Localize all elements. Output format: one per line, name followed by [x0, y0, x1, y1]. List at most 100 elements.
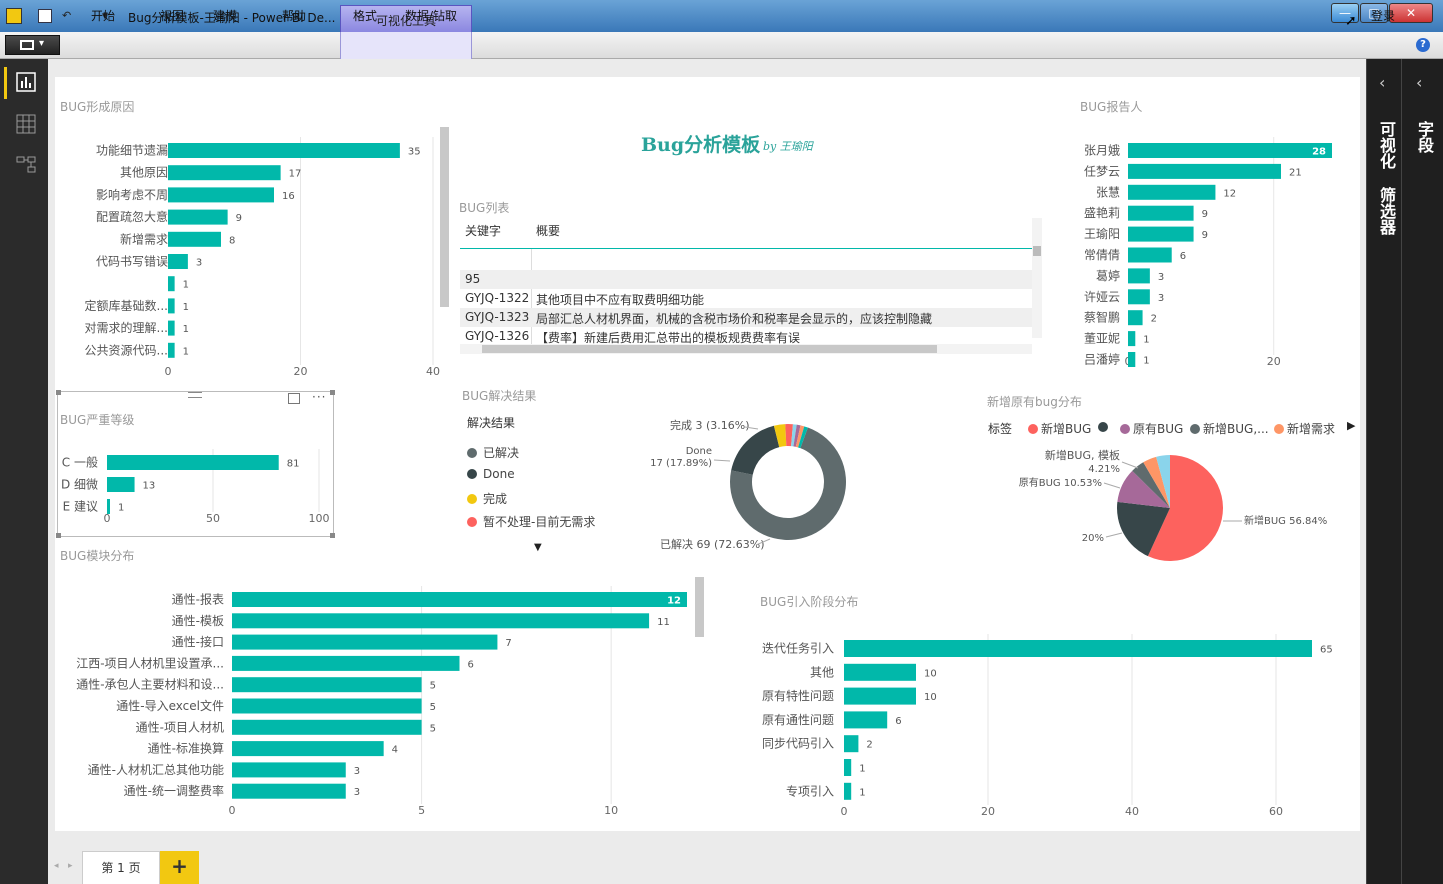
fields-pane-label[interactable]: 字段 — [1412, 121, 1436, 153]
legend-item[interactable] — [1098, 420, 1111, 434]
undo-icon[interactable]: ↶ — [62, 9, 71, 22]
add-page-button[interactable]: + — [160, 851, 199, 884]
save-icon[interactable] — [38, 9, 52, 23]
legend-next-icon[interactable]: ▶ — [1347, 419, 1355, 432]
bar[interactable] — [232, 719, 422, 735]
bar[interactable] — [844, 687, 916, 705]
bar[interactable] — [168, 209, 228, 225]
bar[interactable] — [232, 783, 346, 799]
bar[interactable] — [1128, 289, 1150, 305]
legend-item[interactable]: 新增需求 — [1274, 420, 1335, 437]
cause-scrollbar[interactable] — [440, 127, 449, 307]
resize-handle[interactable] — [330, 390, 335, 395]
file-menu-button[interactable]: ▾ — [5, 35, 60, 55]
bar[interactable] — [1128, 310, 1143, 326]
bar[interactable] — [1128, 268, 1150, 284]
bar[interactable] — [168, 320, 175, 336]
report-view-icon[interactable] — [16, 72, 36, 92]
resize-handle[interactable] — [56, 533, 61, 538]
bar[interactable] — [168, 143, 400, 158]
bar[interactable] — [844, 640, 1312, 657]
legend-item[interactable]: 新增BUG,... — [1190, 420, 1269, 437]
category-label: 公共资源代码... — [85, 343, 168, 357]
bar[interactable] — [1128, 143, 1332, 158]
visualize-pane-label[interactable]: 可视化 — [1374, 121, 1398, 169]
table-hscroll[interactable] — [460, 344, 1032, 354]
resize-handle[interactable] — [330, 533, 335, 538]
login-link[interactable]: 登录 — [1371, 7, 1395, 24]
table-row[interactable]: GYJQ-1326 【费率】新建后费用汇总带出的模板规费费率有误 — [460, 327, 1032, 344]
bar[interactable] — [844, 735, 859, 753]
bar[interactable] — [107, 455, 279, 470]
page-tab-1[interactable]: 第 1 页 — [82, 851, 160, 884]
col-header-key[interactable]: 关键字 — [465, 222, 501, 239]
bar[interactable] — [107, 477, 135, 492]
bar[interactable] — [168, 187, 274, 203]
legend-item[interactable]: 新增BUG — [1028, 420, 1091, 437]
module-scrollbar[interactable] — [695, 577, 704, 637]
bar[interactable] — [232, 634, 498, 650]
filters-pane[interactable]: ‹ 可视化 筛选器 — [1366, 59, 1401, 884]
resize-handle[interactable] — [56, 390, 61, 395]
help-icon[interactable]: ? — [1416, 38, 1430, 52]
bar[interactable] — [844, 711, 888, 729]
bar[interactable] — [232, 677, 422, 693]
table-row[interactable]: 95 — [460, 270, 1032, 289]
category-label: 通性-导入excel文件 — [116, 698, 224, 713]
bar[interactable] — [107, 499, 110, 514]
bar[interactable] — [1128, 184, 1216, 200]
vscroll-thumb[interactable] — [1033, 246, 1041, 256]
more-options-icon[interactable]: ··· — [312, 390, 326, 404]
menu-format[interactable]: 格式 — [353, 7, 377, 24]
bar[interactable] — [168, 342, 175, 358]
bar[interactable] — [1128, 247, 1172, 263]
bar[interactable] — [1128, 205, 1194, 221]
data-view-icon[interactable] — [16, 114, 36, 134]
table-row[interactable]: GYJQ-1322 其他项目中不应有取费明细功能 — [460, 289, 1032, 308]
next-page-icon[interactable]: ▸ — [68, 861, 73, 871]
bar[interactable] — [232, 613, 650, 629]
col-header-summary[interactable]: 概要 — [536, 222, 560, 239]
legend-more-icon[interactable]: ▼ — [534, 542, 542, 553]
bar[interactable] — [1128, 352, 1136, 367]
bar[interactable] — [844, 759, 852, 776]
bar[interactable] — [844, 663, 916, 681]
legend-item[interactable]: 暂不处理-目前无需求 — [467, 513, 595, 530]
filters-pane-label[interactable]: 筛选器 — [1374, 187, 1398, 235]
table-vscroll[interactable] — [1032, 218, 1042, 338]
bar[interactable] — [168, 254, 188, 269]
bar[interactable] — [1128, 226, 1194, 242]
bar[interactable] — [232, 592, 687, 607]
bar[interactable] — [168, 231, 221, 247]
table-row[interactable]: GYJQ-1323 局部汇总人材机界面，机械的含税市场价和税率是会显示的，应该控制… — [460, 308, 1032, 327]
prev-page-icon[interactable]: ◂ — [54, 861, 59, 871]
bar[interactable] — [1128, 331, 1136, 347]
menu-modeling[interactable]: 建模 — [213, 7, 237, 24]
drag-handle-icon[interactable] — [188, 392, 202, 398]
menu-data-drill[interactable]: 数据/钻取 — [405, 7, 457, 24]
model-view-icon[interactable] — [16, 155, 36, 175]
bar[interactable] — [168, 165, 281, 181]
legend-item[interactable]: 已解决 — [467, 444, 519, 461]
legend-item[interactable]: Done — [467, 467, 515, 481]
donut-slice[interactable] — [731, 425, 780, 475]
collapse-filters-icon[interactable]: ‹ — [1379, 73, 1385, 92]
fields-pane[interactable]: ‹ 字段 — [1401, 59, 1443, 884]
bar[interactable] — [168, 276, 175, 292]
legend-item[interactable]: 原有BUG — [1120, 420, 1183, 437]
bar[interactable] — [168, 298, 175, 314]
menu-view[interactable]: 视图 — [160, 7, 184, 24]
hscroll-thumb[interactable] — [482, 345, 937, 353]
bar[interactable] — [844, 782, 852, 800]
bar[interactable] — [232, 762, 346, 778]
legend-item[interactable]: 完成 — [467, 490, 507, 507]
bar[interactable] — [232, 655, 460, 671]
bar[interactable] — [232, 741, 384, 757]
close-button[interactable]: ✕ — [1389, 3, 1433, 23]
collapse-fields-icon[interactable]: ‹ — [1416, 73, 1422, 92]
menu-home[interactable]: 开始 — [91, 7, 115, 24]
bar[interactable] — [232, 698, 422, 714]
bar[interactable] — [1128, 163, 1281, 179]
menu-help[interactable]: 帮助 — [282, 7, 306, 24]
focus-mode-icon[interactable] — [288, 393, 300, 404]
